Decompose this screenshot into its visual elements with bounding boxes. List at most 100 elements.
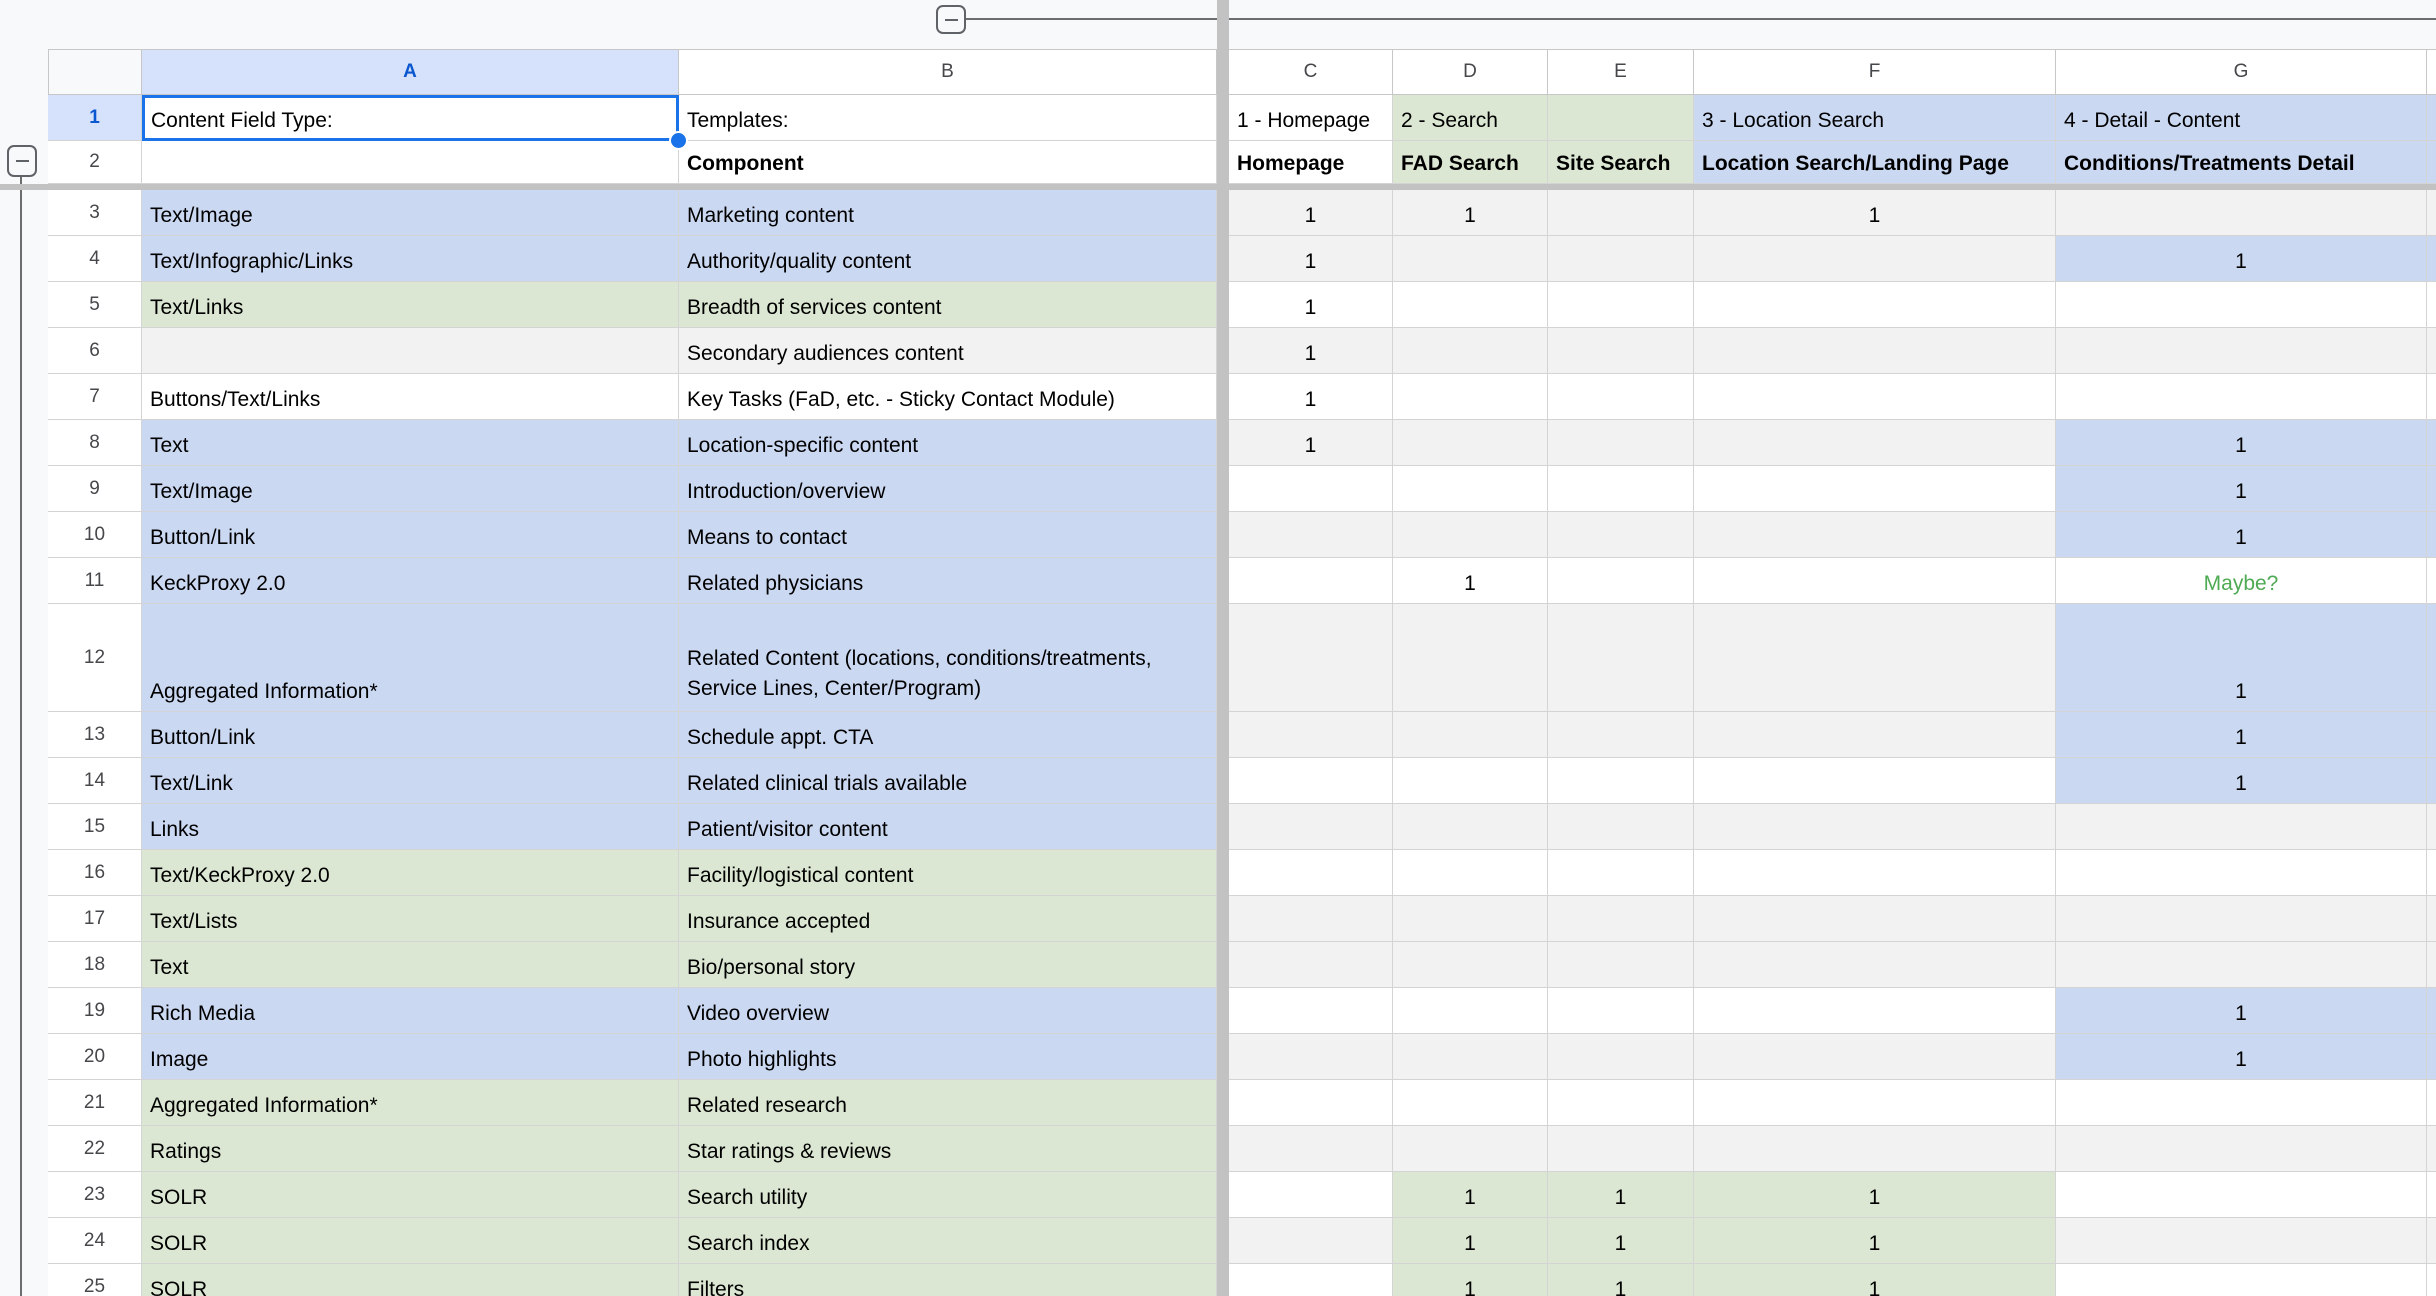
cell-E12[interactable] — [1548, 604, 1694, 712]
row-header-6[interactable]: 6 — [48, 328, 142, 374]
cell-E21[interactable] — [1548, 1080, 1694, 1126]
row-header-4[interactable]: 4 — [48, 236, 142, 282]
cell-C25[interactable] — [1229, 1264, 1393, 1296]
cell-C1[interactable]: 1 - Homepage — [1229, 95, 1393, 141]
row-header-24[interactable]: 24 — [48, 1218, 142, 1264]
cell-G20[interactable]: 1 — [2056, 1034, 2427, 1080]
cell-B20[interactable]: Photo highlights — [679, 1034, 1217, 1080]
cell-H22-sliver[interactable] — [2427, 1126, 2436, 1172]
cell-B21[interactable]: Related research — [679, 1080, 1217, 1126]
cell-D25[interactable]: 1 — [1393, 1264, 1548, 1296]
cell-B16[interactable]: Facility/logistical content — [679, 850, 1217, 896]
cell-D20[interactable] — [1393, 1034, 1548, 1080]
row-header-10[interactable]: 10 — [48, 512, 142, 558]
cell-C14[interactable] — [1229, 758, 1393, 804]
cell-F17[interactable] — [1694, 896, 2056, 942]
cell-F12[interactable] — [1694, 604, 2056, 712]
cell-E22[interactable] — [1548, 1126, 1694, 1172]
row-header-25[interactable]: 25 — [48, 1264, 142, 1296]
cell-H7-sliver[interactable] — [2427, 374, 2436, 420]
cell-B15[interactable]: Patient/visitor content — [679, 804, 1217, 850]
cell-E14[interactable] — [1548, 758, 1694, 804]
cell-A6[interactable] — [142, 328, 679, 374]
cell-G25[interactable] — [2056, 1264, 2427, 1296]
row-header-2[interactable]: 2 — [48, 141, 142, 184]
cell-G18[interactable] — [2056, 942, 2427, 988]
cell-C11[interactable] — [1229, 558, 1393, 604]
cell-H15-sliver[interactable] — [2427, 804, 2436, 850]
cell-C22[interactable] — [1229, 1126, 1393, 1172]
cell-G5[interactable] — [2056, 282, 2427, 328]
cell-H25-sliver[interactable] — [2427, 1264, 2436, 1296]
cell-F1[interactable]: 3 - Location Search — [1694, 95, 2056, 141]
cell-A13[interactable]: Button/Link — [142, 712, 679, 758]
row-header-11[interactable]: 11 — [48, 558, 142, 604]
cell-H5-sliver[interactable] — [2427, 282, 2436, 328]
frozen-rows-divider[interactable] — [0, 184, 2436, 190]
cell-D16[interactable] — [1393, 850, 1548, 896]
cell-F25[interactable]: 1 — [1694, 1264, 2056, 1296]
cell-B25[interactable]: Filters — [679, 1264, 1217, 1296]
cell-A14[interactable]: Text/Link — [142, 758, 679, 804]
cell-D10[interactable] — [1393, 512, 1548, 558]
cell-C17[interactable] — [1229, 896, 1393, 942]
cell-H14-sliver[interactable] — [2427, 758, 2436, 804]
cell-C5[interactable]: 1 — [1229, 282, 1393, 328]
cell-H6-sliver[interactable] — [2427, 328, 2436, 374]
cell-B12[interactable]: Related Content (locations, conditions/t… — [679, 604, 1217, 712]
cell-A2[interactable] — [142, 141, 679, 184]
cell-A12[interactable]: Aggregated Information* — [142, 604, 679, 712]
row-header-8[interactable]: 8 — [48, 420, 142, 466]
cell-B9[interactable]: Introduction/overview — [679, 466, 1217, 512]
cell-A11[interactable]: KeckProxy 2.0 — [142, 558, 679, 604]
cell-F11[interactable] — [1694, 558, 2056, 604]
cell-A21[interactable]: Aggregated Information* — [142, 1080, 679, 1126]
cell-B6[interactable]: Secondary audiences content — [679, 328, 1217, 374]
cell-F13[interactable] — [1694, 712, 2056, 758]
cell-A25[interactable]: SOLR — [142, 1264, 679, 1296]
cell-G7[interactable] — [2056, 374, 2427, 420]
row-header-19[interactable]: 19 — [48, 988, 142, 1034]
cell-G21[interactable] — [2056, 1080, 2427, 1126]
cell-C8[interactable]: 1 — [1229, 420, 1393, 466]
cell-D23[interactable]: 1 — [1393, 1172, 1548, 1218]
cell-D2[interactable]: FAD Search — [1393, 141, 1548, 184]
cell-H10-sliver[interactable] — [2427, 512, 2436, 558]
cell-E25[interactable]: 1 — [1548, 1264, 1694, 1296]
cell-C13[interactable] — [1229, 712, 1393, 758]
cell-G15[interactable] — [2056, 804, 2427, 850]
cell-E19[interactable] — [1548, 988, 1694, 1034]
cell-D13[interactable] — [1393, 712, 1548, 758]
cell-H17-sliver[interactable] — [2427, 896, 2436, 942]
collapse-column-group-button[interactable] — [936, 5, 966, 34]
cell-F4[interactable] — [1694, 236, 2056, 282]
cell-G17[interactable] — [2056, 896, 2427, 942]
column-header-a[interactable]: A — [142, 49, 679, 95]
cell-B10[interactable]: Means to contact — [679, 512, 1217, 558]
cell-A17[interactable]: Text/Lists — [142, 896, 679, 942]
cell-D11[interactable]: 1 — [1393, 558, 1548, 604]
cell-E4[interactable] — [1548, 236, 1694, 282]
cell-E8[interactable] — [1548, 420, 1694, 466]
cell-G19[interactable]: 1 — [2056, 988, 2427, 1034]
cell-G4[interactable]: 1 — [2056, 236, 2427, 282]
column-header-e[interactable]: E — [1548, 49, 1694, 95]
cell-D9[interactable] — [1393, 466, 1548, 512]
row-header-1[interactable]: 1 — [48, 95, 142, 141]
row-header-5[interactable]: 5 — [48, 282, 142, 328]
cell-F18[interactable] — [1694, 942, 2056, 988]
cell-E23[interactable]: 1 — [1548, 1172, 1694, 1218]
cell-E1[interactable] — [1548, 95, 1694, 141]
cell-E9[interactable] — [1548, 466, 1694, 512]
cell-E11[interactable] — [1548, 558, 1694, 604]
cell-E15[interactable] — [1548, 804, 1694, 850]
cell-A18[interactable]: Text — [142, 942, 679, 988]
cell-H18-sliver[interactable] — [2427, 942, 2436, 988]
cell-F21[interactable] — [1694, 1080, 2056, 1126]
cell-D17[interactable] — [1393, 896, 1548, 942]
cell-F10[interactable] — [1694, 512, 2056, 558]
cell-E3[interactable] — [1548, 190, 1694, 236]
cell-G24[interactable] — [2056, 1218, 2427, 1264]
cell-H13-sliver[interactable] — [2427, 712, 2436, 758]
cell-D14[interactable] — [1393, 758, 1548, 804]
